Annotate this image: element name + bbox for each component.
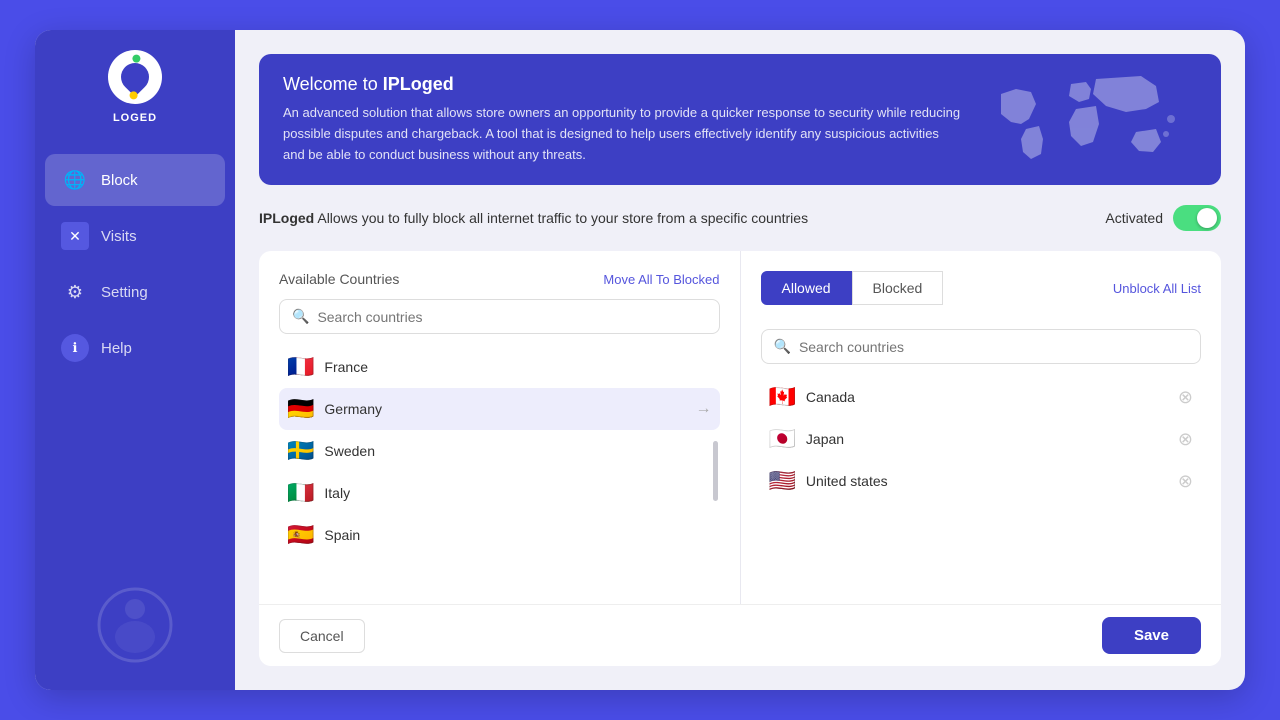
- sidebar: LOGED 🌐 Block ✕ Visits ⚙ Setting ℹ Help: [35, 30, 235, 690]
- right-country-list: 🇨🇦 Canada ⊗ 🇯🇵 Japan ⊗ 🇺🇸 United states: [761, 376, 1202, 584]
- list-item[interactable]: 🇫🇷 France: [279, 346, 720, 388]
- left-search-box: 🔍: [279, 299, 720, 334]
- sidebar-item-visits[interactable]: ✕ Visits: [45, 210, 225, 262]
- country-name: Germany: [324, 401, 685, 417]
- left-panel-title: Available Countries: [279, 271, 399, 287]
- welcome-description: An advanced solution that allows store o…: [283, 103, 963, 165]
- unblock-all-link[interactable]: Unblock All List: [1113, 281, 1201, 296]
- country-name: Japan: [806, 431, 1168, 447]
- welcome-text: Welcome to IPLoged An advanced solution …: [283, 74, 963, 165]
- right-search-box: 🔍: [761, 329, 1202, 364]
- country-name: United states: [806, 473, 1168, 489]
- tab-blocked[interactable]: Blocked: [852, 271, 944, 305]
- sidebar-item-help[interactable]: ℹ Help: [45, 322, 225, 374]
- globe-icon: 🌐: [61, 166, 89, 194]
- logo-text: LOGED: [113, 112, 157, 124]
- welcome-title: Welcome to IPLoged: [283, 74, 963, 95]
- left-country-list: 🇫🇷 France 🇩🇪 Germany → 🇸🇪 Sweden: [279, 346, 720, 584]
- logo: LOGED: [108, 50, 162, 124]
- right-panel-header: Allowed Blocked Unblock All List: [761, 271, 1202, 317]
- arrow-right-icon: →: [696, 400, 712, 418]
- save-button[interactable]: Save: [1102, 617, 1201, 654]
- country-name: Italy: [324, 485, 711, 501]
- bottom-buttons: Cancel Save: [259, 604, 1221, 666]
- tab-allowed[interactable]: Allowed: [761, 271, 852, 305]
- list-item[interactable]: 🇯🇵 Japan ⊗: [761, 418, 1202, 460]
- sidebar-item-block[interactable]: 🌐 Block: [45, 154, 225, 206]
- list-item[interactable]: 🇮🇹 Italy: [279, 472, 720, 514]
- flag-us: 🇺🇸: [769, 470, 796, 492]
- cancel-button[interactable]: Cancel: [279, 619, 365, 653]
- world-map-icon: [981, 64, 1201, 185]
- remove-icon[interactable]: ⊗: [1178, 471, 1193, 492]
- list-item[interactable]: 🇺🇸 United states ⊗: [761, 460, 1202, 502]
- gear-icon: ⚙: [61, 278, 89, 306]
- sidebar-item-setting[interactable]: ⚙ Setting: [45, 266, 225, 318]
- country-name: Sweden: [324, 443, 711, 459]
- tabs-row: Allowed Blocked Unblock All List: [761, 271, 1202, 305]
- visits-icon: ✕: [61, 222, 89, 250]
- panels-wrapper: Available Countries Move All To Blocked …: [259, 251, 1221, 666]
- country-name: Spain: [324, 527, 711, 543]
- list-item[interactable]: 🇸🇪 Sweden: [279, 430, 720, 472]
- controls-description: IPLoged Allows you to fully block all in…: [259, 210, 808, 226]
- welcome-banner: Welcome to IPLoged An advanced solution …: [259, 54, 1221, 185]
- right-search-icon: 🔍: [774, 338, 791, 355]
- panels-inner: Available Countries Move All To Blocked …: [259, 251, 1221, 604]
- country-name: France: [324, 359, 711, 375]
- list-item[interactable]: 🇨🇦 Canada ⊗: [761, 376, 1202, 418]
- sidebar-item-help-label: Help: [101, 340, 132, 357]
- flag-germany: 🇩🇪: [287, 398, 314, 420]
- flag-italy: 🇮🇹: [287, 482, 314, 504]
- left-search-input[interactable]: [317, 309, 706, 325]
- sidebar-item-setting-label: Setting: [101, 284, 148, 301]
- left-panel-header: Available Countries Move All To Blocked: [279, 271, 720, 287]
- left-search-icon: 🔍: [292, 308, 309, 325]
- main-content: Welcome to IPLoged An advanced solution …: [235, 30, 1245, 690]
- right-panel: Allowed Blocked Unblock All List 🔍 🇨🇦: [741, 251, 1222, 604]
- list-item[interactable]: 🇪🇸 Spain: [279, 514, 720, 556]
- right-search-input[interactable]: [799, 339, 1188, 355]
- info-icon: ℹ: [61, 334, 89, 362]
- logo-icon: [108, 50, 162, 104]
- remove-icon[interactable]: ⊗: [1178, 387, 1193, 408]
- sidebar-item-visits-label: Visits: [101, 228, 137, 245]
- move-all-link[interactable]: Move All To Blocked: [603, 272, 719, 287]
- flag-france: 🇫🇷: [287, 356, 314, 378]
- flag-spain: 🇪🇸: [287, 524, 314, 546]
- remove-icon[interactable]: ⊗: [1178, 429, 1193, 450]
- activation-control: Activated: [1105, 205, 1221, 231]
- flag-japan: 🇯🇵: [769, 428, 796, 450]
- flag-canada: 🇨🇦: [769, 386, 796, 408]
- list-item[interactable]: 🇩🇪 Germany →: [279, 388, 720, 430]
- scrollbar-thumb[interactable]: [713, 441, 718, 501]
- flag-sweden: 🇸🇪: [287, 440, 314, 462]
- activation-label: Activated: [1105, 210, 1163, 226]
- country-name: Canada: [806, 389, 1168, 405]
- sidebar-nav: 🌐 Block ✕ Visits ⚙ Setting ℹ Help: [35, 154, 235, 374]
- controls-row: IPLoged Allows you to fully block all in…: [259, 201, 1221, 235]
- left-panel: Available Countries Move All To Blocked …: [259, 251, 741, 604]
- sidebar-item-block-label: Block: [101, 172, 138, 189]
- activation-toggle[interactable]: [1173, 205, 1221, 231]
- sidebar-watermark: [95, 585, 175, 670]
